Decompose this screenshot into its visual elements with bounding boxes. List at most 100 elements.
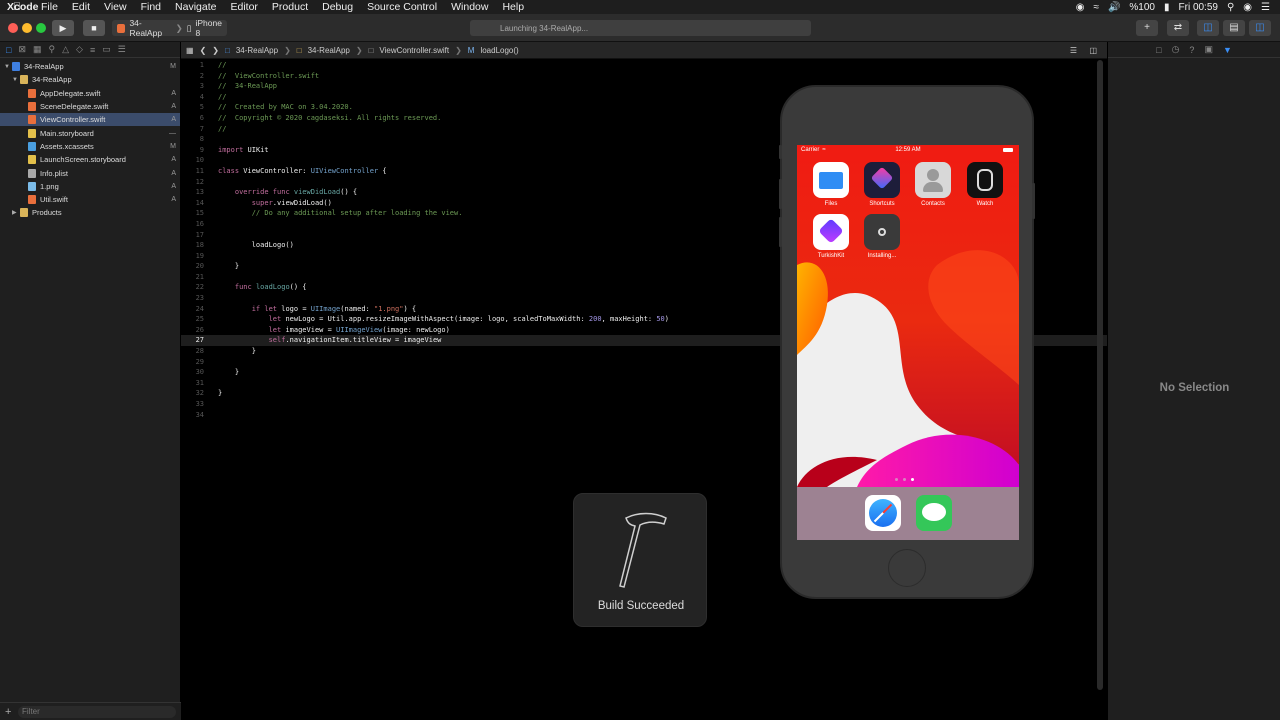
minimize-window-button[interactable] xyxy=(22,23,32,33)
line-number[interactable]: 10 xyxy=(181,155,207,166)
battery-label[interactable]: %100 xyxy=(1129,2,1155,13)
line-number[interactable]: 21 xyxy=(181,272,207,283)
menu-help[interactable]: Help xyxy=(495,1,531,13)
app-installing[interactable]: Installing... xyxy=(860,214,904,259)
menu-edit[interactable]: Edit xyxy=(65,1,97,13)
scheme-selector[interactable]: 34-RealApp ❯ ▯ iPhone 8 xyxy=(112,18,227,38)
folder-icon[interactable]: □ xyxy=(6,45,11,55)
code-line[interactable]: 1 // xyxy=(181,60,1107,71)
menu-navigate[interactable]: Navigate xyxy=(168,1,223,13)
wifi-icon[interactable]: ≈ xyxy=(1093,2,1099,13)
line-number[interactable]: 28 xyxy=(181,346,207,357)
line-number[interactable]: 26 xyxy=(181,325,207,336)
run-button[interactable]: ▶ xyxy=(52,20,74,36)
page-indicator[interactable] xyxy=(895,478,914,481)
line-number[interactable]: 27 xyxy=(181,335,207,346)
line-number[interactable]: 7 xyxy=(181,124,207,135)
line-number[interactable]: 14 xyxy=(181,198,207,209)
file-inspector-icon[interactable]: □ xyxy=(1156,45,1161,55)
test-icon[interactable]: ◇ xyxy=(76,44,83,55)
line-number[interactable]: 23 xyxy=(181,293,207,304)
menu-list-icon[interactable]: ☰ xyxy=(1261,2,1270,13)
filter-input[interactable]: Filter xyxy=(18,705,176,718)
file-tree-row[interactable]: Info.plist A xyxy=(0,166,180,179)
line-number[interactable]: 9 xyxy=(181,145,207,156)
line-number[interactable]: 5 xyxy=(181,102,207,113)
home-button[interactable] xyxy=(888,549,926,587)
menu-product[interactable]: Product xyxy=(265,1,315,13)
line-number[interactable]: 2 xyxy=(181,71,207,82)
file-tree-row[interactable]: AppDelegate.swift A xyxy=(0,87,180,100)
debug-icon[interactable]: ≡ xyxy=(90,45,95,55)
file-tree-row[interactable]: ▼ 34-RealApp M xyxy=(0,60,180,73)
file-tree-row[interactable]: 1.png A xyxy=(0,180,180,193)
line-number[interactable]: 31 xyxy=(181,378,207,389)
find-icon[interactable]: ⚲ xyxy=(49,44,56,55)
line-number[interactable]: 32 xyxy=(181,388,207,399)
menu-editor[interactable]: Editor xyxy=(223,1,264,13)
forward-icon[interactable]: ❯ xyxy=(212,46,219,55)
line-number[interactable]: 13 xyxy=(181,187,207,198)
line-number[interactable]: 12 xyxy=(181,177,207,188)
source-control-icon[interactable]: ⊠ xyxy=(18,44,26,55)
menu-find[interactable]: Find xyxy=(134,1,168,13)
line-number[interactable]: 25 xyxy=(181,314,207,325)
search-icon[interactable]: ⚲ xyxy=(1227,2,1234,13)
line-number[interactable]: 22 xyxy=(181,282,207,293)
record-icon[interactable]: ◉ xyxy=(1076,2,1085,13)
simulator-screen[interactable]: Carrier ≈ 12:59 AM Files Shortcuts Conta… xyxy=(797,145,1019,540)
line-number[interactable]: 33 xyxy=(181,399,207,410)
stop-button[interactable]: ■ xyxy=(83,20,105,36)
disclosure-icon[interactable]: ▶ xyxy=(12,209,20,216)
line-number[interactable]: 24 xyxy=(181,304,207,315)
menu-source-control[interactable]: Source Control xyxy=(360,1,444,13)
file-tree-row[interactable]: Main.storyboard — xyxy=(0,126,180,139)
safari-icon[interactable] xyxy=(865,495,901,531)
file-tree-row[interactable]: ViewController.swift A xyxy=(0,113,180,127)
crumb-project[interactable]: 34-RealApp xyxy=(236,46,278,55)
line-number[interactable]: 34 xyxy=(181,410,207,421)
line-number[interactable]: 18 xyxy=(181,240,207,251)
close-window-button[interactable] xyxy=(8,23,18,33)
crumb-file[interactable]: ViewController.swift xyxy=(379,46,449,55)
disclosure-icon[interactable]: ▼ xyxy=(4,64,12,70)
menu-view[interactable]: View xyxy=(97,1,134,13)
line-number[interactable]: 16 xyxy=(181,219,207,230)
menu-window[interactable]: Window xyxy=(444,1,495,13)
attributes-inspector-icon[interactable]: ▼ xyxy=(1223,45,1232,55)
volume-icon[interactable]: 🔊 xyxy=(1108,2,1120,13)
code-line[interactable]: 2 // ViewController.swift xyxy=(181,71,1107,82)
toggle-inspector-button[interactable]: ◫ xyxy=(1249,20,1271,36)
line-number[interactable]: 1 xyxy=(181,60,207,71)
vertical-scrollbar[interactable] xyxy=(1097,60,1103,690)
line-number[interactable]: 4 xyxy=(181,92,207,103)
symbol-icon[interactable]: ▦ xyxy=(33,44,42,55)
app-files[interactable]: Files xyxy=(809,162,853,207)
code-review-button[interactable]: ⇄ xyxy=(1167,20,1189,36)
line-number[interactable]: 6 xyxy=(181,113,207,124)
line-number[interactable]: 17 xyxy=(181,230,207,241)
history-inspector-icon[interactable]: ◷ xyxy=(1172,44,1180,55)
app-contacts[interactable]: Contacts xyxy=(911,162,955,207)
app-shortcuts[interactable]: Shortcuts xyxy=(860,162,904,207)
issue-icon[interactable]: △ xyxy=(62,44,69,55)
add-editor-icon[interactable]: ◫ xyxy=(1089,46,1097,55)
zoom-window-button[interactable] xyxy=(36,23,46,33)
crumb-method[interactable]: loadLogo() xyxy=(480,46,518,55)
app-watch[interactable]: Watch xyxy=(963,162,1007,207)
line-number[interactable]: 20 xyxy=(181,261,207,272)
messages-icon[interactable] xyxy=(916,495,952,531)
line-number[interactable]: 3 xyxy=(181,81,207,92)
report-icon[interactable]: ☰ xyxy=(118,44,126,55)
battery-icon[interactable]: ▮ xyxy=(1164,2,1170,13)
editor-options-icon[interactable]: ☰ xyxy=(1070,46,1077,55)
user-icon[interactable]: ◉ xyxy=(1243,2,1252,13)
menu-debug[interactable]: Debug xyxy=(315,1,360,13)
file-tree-row[interactable]: Assets.xcassets M xyxy=(0,140,180,153)
library-button[interactable]: + xyxy=(1136,20,1158,36)
file-tree-row[interactable]: ▼ 34-RealApp xyxy=(0,73,180,86)
clock-label[interactable]: Fri 00:59 xyxy=(1179,2,1218,13)
line-number[interactable]: 8 xyxy=(181,134,207,145)
line-number[interactable]: 29 xyxy=(181,357,207,368)
line-number[interactable]: 11 xyxy=(181,166,207,177)
